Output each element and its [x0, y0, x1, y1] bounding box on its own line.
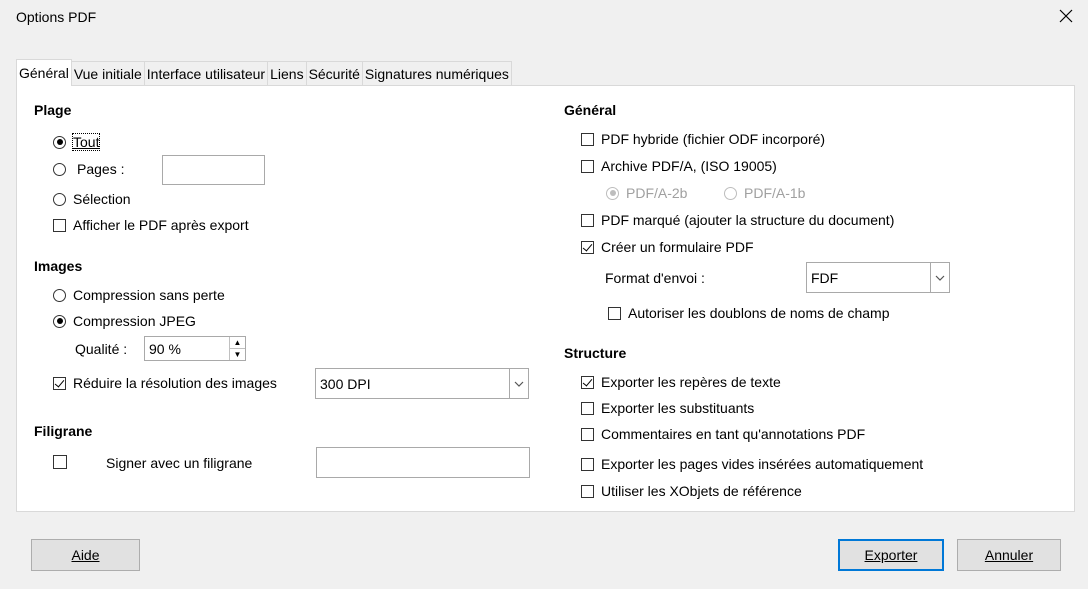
checkbox-indicator[interactable] [581, 132, 594, 146]
checkbox-indicator[interactable] [53, 376, 66, 390]
range-pages-label: Pages : [77, 161, 125, 177]
help-button-label: Aide [71, 547, 100, 563]
images-heading: Images [34, 258, 83, 274]
spin-down-icon[interactable]: ▼ [230, 348, 245, 360]
comments-annotations-checkbox[interactable]: Commentaires en tant qu'annotations PDF [581, 426, 865, 442]
checkbox-indicator[interactable] [581, 484, 594, 498]
pdfa-2b-label: PDF/A-2b [626, 185, 688, 201]
range-all-radio[interactable]: Tout [53, 133, 101, 151]
cancel-button[interactable]: Annuler [957, 539, 1061, 571]
view-after-export-checkbox[interactable]: Afficher le PDF après export [53, 217, 249, 233]
export-placeholders-label: Exporter les substituants [601, 400, 755, 416]
range-pages-radio[interactable]: Pages : [53, 161, 124, 177]
sign-watermark-label: Signer avec un filigrane [106, 455, 253, 471]
tab-initial-view[interactable]: Vue initiale [70, 61, 145, 86]
lossless-radio[interactable]: Compression sans perte [53, 287, 225, 303]
quality-value: 90 % [149, 340, 181, 357]
checkbox-indicator[interactable] [581, 159, 594, 173]
checkbox-indicator[interactable] [581, 213, 594, 227]
quality-spinner[interactable]: 90 % ▲ ▼ [144, 336, 246, 361]
radio-indicator[interactable] [53, 135, 66, 149]
range-heading: Plage [34, 102, 72, 118]
tab-user-interface[interactable]: Interface utilisateur [143, 61, 269, 86]
checkbox-indicator[interactable] [581, 401, 594, 415]
tab-bar: Général Vue initiale Interface utilisate… [16, 59, 512, 86]
submit-format-label: Format d'envoi : [605, 270, 705, 286]
export-bookmarks-label: Exporter les repères de texte [601, 374, 781, 390]
allow-duplicates-label: Autoriser les doublons de noms de champ [628, 305, 890, 321]
comments-annotations-label: Commentaires en tant qu'annotations PDF [601, 426, 866, 442]
export-button-label: Exporter [864, 547, 918, 563]
export-blank-pages-label: Exporter les pages vides insérées automa… [601, 456, 924, 472]
range-selection-label: Sélection [73, 191, 131, 207]
checkbox-indicator[interactable] [581, 240, 594, 254]
hybrid-pdf-label: PDF hybride (fichier ODF incorporé) [601, 131, 826, 147]
export-blank-pages-checkbox[interactable]: Exporter les pages vides insérées automa… [581, 456, 923, 472]
radio-indicator[interactable] [53, 192, 66, 206]
export-button[interactable]: Exporter [838, 539, 944, 571]
export-placeholders-checkbox[interactable]: Exporter les substituants [581, 400, 754, 416]
radio-indicator[interactable] [53, 162, 66, 176]
watermark-heading: Filigrane [34, 423, 93, 439]
tab-digital-signatures[interactable]: Signatures numériques [361, 61, 512, 86]
resolution-select[interactable]: 300 DPI [315, 368, 529, 399]
checkbox-indicator[interactable] [581, 427, 594, 441]
tab-general[interactable]: Général [16, 59, 72, 86]
range-selection-radio[interactable]: Sélection [53, 191, 131, 207]
radio-indicator[interactable] [53, 288, 66, 302]
tagged-pdf-label: PDF marqué (ajouter la structure du docu… [601, 212, 895, 228]
export-bookmarks-checkbox[interactable]: Exporter les repères de texte [581, 374, 781, 390]
checkbox-indicator[interactable] [581, 457, 594, 471]
hybrid-pdf-checkbox[interactable]: PDF hybride (fichier ODF incorporé) [581, 131, 825, 147]
reduce-resolution-checkbox[interactable]: Réduire la résolution des images [53, 375, 277, 391]
reference-xobjects-label: Utiliser les XObjets de référence [601, 483, 802, 499]
create-form-label: Créer un formulaire PDF [601, 239, 754, 255]
tab-security[interactable]: Sécurité [305, 61, 363, 86]
checkbox-indicator[interactable] [581, 375, 594, 389]
window-title: Options PDF [16, 9, 97, 25]
radio-indicator[interactable] [724, 186, 737, 200]
checkbox-indicator[interactable] [53, 455, 67, 469]
help-button[interactable]: Aide [31, 539, 140, 571]
pages-input[interactable] [162, 155, 265, 185]
archive-pdfa-label: Archive PDF/A, (ISO 19005) [601, 158, 777, 174]
reference-xobjects-checkbox[interactable]: Utiliser les XObjets de référence [581, 483, 802, 499]
archive-pdfa-checkbox[interactable]: Archive PDF/A, (ISO 19005) [581, 158, 777, 174]
structure-heading: Structure [564, 345, 627, 361]
create-form-checkbox[interactable]: Créer un formulaire PDF [581, 239, 754, 255]
submit-format-value: FDF [811, 269, 839, 286]
chevron-down-icon[interactable] [509, 369, 528, 398]
tab-links[interactable]: Liens [267, 61, 307, 86]
quality-label: Qualité : [75, 341, 128, 357]
general-heading: Général [564, 102, 617, 118]
lossless-label: Compression sans perte [73, 287, 225, 303]
checkbox-indicator[interactable] [53, 218, 66, 232]
close-icon[interactable] [1052, 2, 1080, 30]
allow-duplicates-checkbox[interactable]: Autoriser les doublons de noms de champ [608, 305, 889, 321]
sign-watermark-checkbox[interactable] [53, 455, 67, 472]
watermark-input[interactable] [316, 447, 530, 478]
range-all-label: Tout [71, 133, 101, 151]
tagged-pdf-checkbox[interactable]: PDF marqué (ajouter la structure du docu… [581, 212, 894, 228]
chevron-down-icon[interactable] [930, 263, 949, 292]
cancel-button-label: Annuler [984, 547, 1034, 563]
jpeg-radio[interactable]: Compression JPEG [53, 313, 196, 329]
pdfa-1b-label: PDF/A-1b [744, 185, 806, 201]
view-after-export-label: Afficher le PDF après export [73, 217, 249, 233]
checkbox-indicator[interactable] [608, 306, 621, 320]
pdfa-2b-radio[interactable]: PDF/A-2b [606, 185, 687, 201]
radio-indicator[interactable] [606, 186, 619, 200]
radio-indicator[interactable] [53, 314, 66, 328]
pdfa-1b-radio[interactable]: PDF/A-1b [724, 185, 805, 201]
submit-format-select[interactable]: FDF [806, 262, 950, 293]
reduce-resolution-label: Réduire la résolution des images [73, 375, 277, 391]
jpeg-label: Compression JPEG [73, 313, 196, 329]
resolution-value: 300 DPI [320, 375, 371, 392]
spin-up-icon[interactable]: ▲ [230, 337, 245, 348]
